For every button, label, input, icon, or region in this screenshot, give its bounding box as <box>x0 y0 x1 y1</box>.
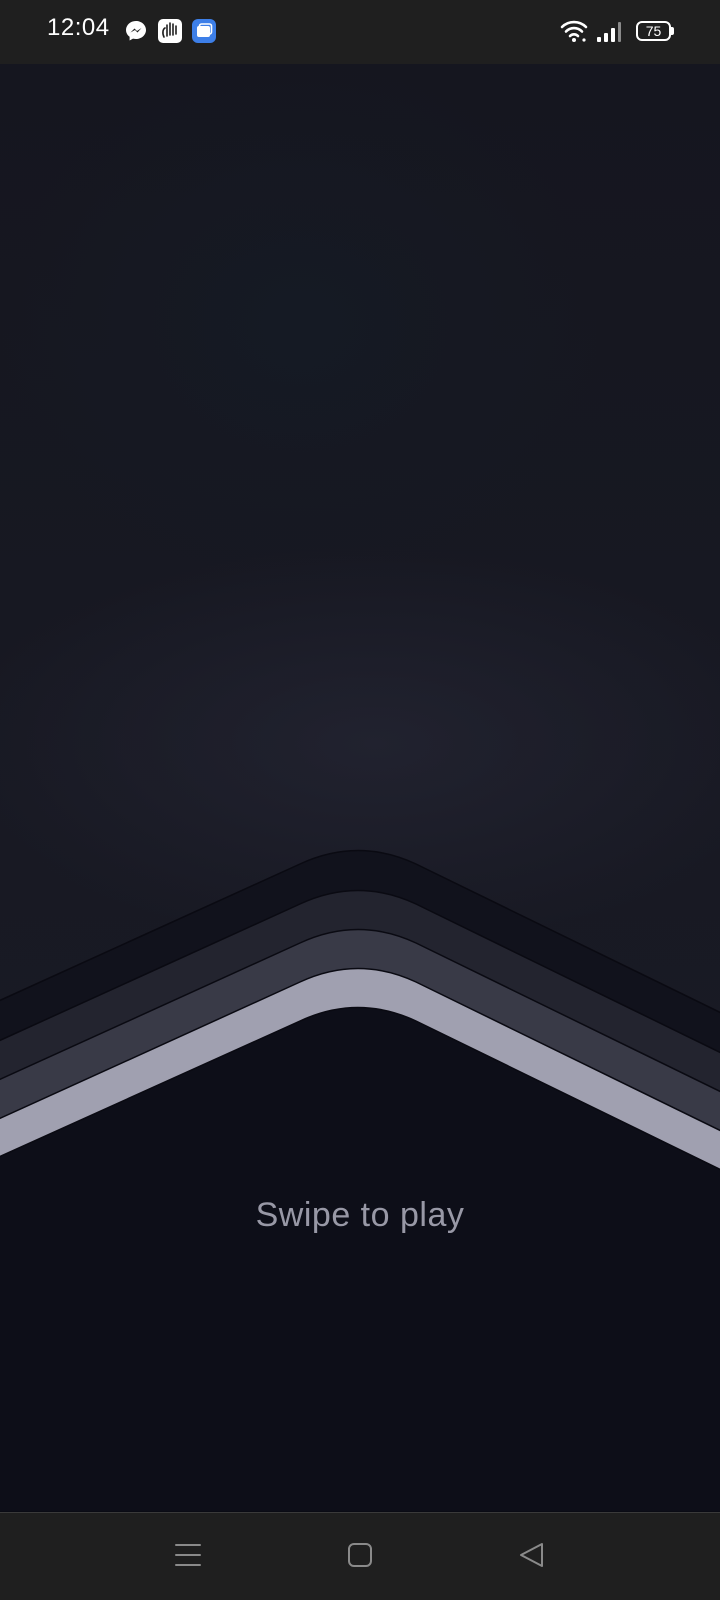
messenger-icon <box>124 19 148 43</box>
chevron-stack <box>0 849 720 1512</box>
wifi-icon <box>560 18 588 42</box>
game-area[interactable]: Swipe to play <box>0 64 720 1512</box>
battery-tip <box>671 27 674 35</box>
screen: 12:04 75 Swipe to play <box>0 0 720 1600</box>
status-time: 12:04 <box>47 14 110 41</box>
menu-icon[interactable] <box>166 1533 210 1577</box>
battery-indicator: 75 <box>636 21 671 41</box>
back-icon[interactable] <box>510 1533 554 1577</box>
swipe-to-play-label: Swipe to play <box>255 1196 465 1234</box>
blue-app-icon <box>192 19 216 43</box>
navigation-bar <box>0 1512 720 1600</box>
home-icon[interactable] <box>338 1533 382 1577</box>
hand-app-icon <box>158 19 182 43</box>
signal-icon <box>596 20 621 44</box>
status-bar: 12:04 75 <box>0 0 720 64</box>
